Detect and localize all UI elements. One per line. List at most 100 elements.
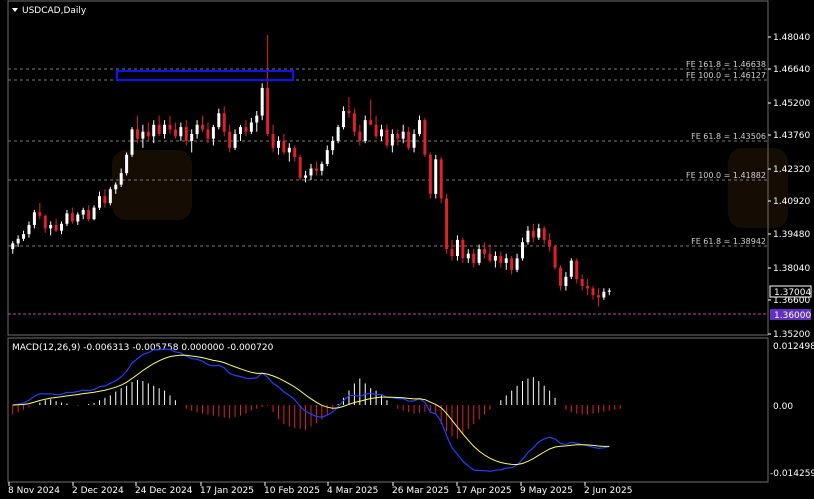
candle-body bbox=[607, 290, 611, 292]
candle-body bbox=[103, 196, 107, 204]
time-axis-label: 17 Apr 2025 bbox=[456, 486, 512, 495]
candle-body bbox=[70, 213, 74, 222]
candle-body bbox=[184, 127, 188, 141]
candle-body bbox=[439, 159, 443, 199]
candle-body bbox=[472, 253, 476, 263]
candle-body bbox=[488, 253, 492, 261]
watermark-logo-1 bbox=[112, 150, 192, 220]
candle-body bbox=[352, 113, 356, 132]
candle-body bbox=[22, 234, 26, 239]
candle-body bbox=[331, 140, 335, 151]
candle-body bbox=[417, 120, 421, 134]
chart-canvas[interactable]: USDCAD,Daily MACD(12,26,9) -0.006313 -0.… bbox=[0, 0, 814, 496]
time-axis-label: 2 Jun 2025 bbox=[584, 486, 632, 495]
chart-title-group[interactable]: USDCAD,Daily bbox=[12, 6, 87, 16]
candle-body bbox=[249, 122, 253, 132]
candle-body bbox=[60, 223, 64, 231]
candle-body bbox=[477, 249, 481, 263]
macd-layer bbox=[12, 348, 621, 472]
candle-body bbox=[97, 196, 101, 208]
candle-body bbox=[65, 213, 69, 224]
watermark-logo-2 bbox=[728, 148, 788, 228]
candle-body bbox=[591, 288, 595, 296]
candle-body bbox=[466, 253, 470, 259]
candle-body bbox=[596, 295, 600, 298]
candle-body bbox=[54, 224, 58, 231]
candle-body bbox=[423, 120, 427, 155]
candle-body bbox=[228, 131, 232, 148]
candle-body bbox=[401, 131, 405, 139]
candle-body bbox=[450, 249, 454, 257]
candle-body bbox=[255, 115, 259, 123]
candle-body bbox=[445, 198, 449, 250]
macd-axis-top: 0.012498 bbox=[773, 342, 814, 352]
candle-body bbox=[515, 258, 519, 270]
candle-body bbox=[87, 209, 91, 220]
candle-body bbox=[385, 129, 389, 146]
time-axis-label: 4 Mar 2025 bbox=[327, 486, 378, 495]
candle-body bbox=[483, 249, 487, 254]
candle-body bbox=[342, 110, 346, 128]
candle-body bbox=[179, 127, 183, 137]
price-axis-label: 1.46640 bbox=[773, 65, 810, 75]
candle-body bbox=[168, 124, 172, 130]
fe-level-label: FE 100.0 = 1.46127 bbox=[686, 71, 766, 80]
candle-body bbox=[390, 134, 394, 146]
candle-body bbox=[434, 159, 438, 194]
candle-body bbox=[11, 243, 15, 250]
time-axis-label: 9 May 2025 bbox=[520, 486, 573, 495]
fe-level-label: FE 61.8 = 1.43506 bbox=[691, 132, 766, 141]
candle-body bbox=[163, 124, 167, 134]
candle-body bbox=[521, 242, 525, 259]
candle-body bbox=[173, 129, 177, 137]
candle-body bbox=[287, 147, 291, 153]
candle-body bbox=[314, 168, 318, 171]
candle-body bbox=[92, 207, 96, 220]
fe-level-label: FE 61.8 = 1.38942 bbox=[691, 237, 766, 246]
candle-body bbox=[428, 154, 432, 194]
candle-body bbox=[363, 120, 367, 141]
candle-body bbox=[195, 124, 199, 134]
zone-rectangle[interactable] bbox=[116, 70, 294, 81]
candle-body bbox=[309, 168, 313, 176]
candle-body bbox=[114, 184, 118, 190]
candle-body bbox=[548, 239, 552, 247]
candle-body bbox=[558, 267, 562, 286]
candle-body bbox=[260, 87, 264, 116]
candle-body bbox=[271, 134, 275, 148]
candle-body bbox=[412, 134, 416, 148]
chart-title: USDCAD,Daily bbox=[22, 6, 87, 16]
candle-body bbox=[108, 189, 112, 204]
candle-body bbox=[304, 175, 308, 178]
candle-body bbox=[146, 131, 150, 137]
candle-body bbox=[238, 127, 242, 134]
price-axis-label: 1.40920 bbox=[773, 197, 810, 207]
time-axis-label: 24 Dec 2024 bbox=[135, 486, 193, 495]
candle-body bbox=[580, 279, 584, 286]
candle-body bbox=[43, 215, 47, 229]
candles-layer bbox=[11, 35, 611, 307]
candle-body bbox=[461, 239, 465, 259]
time-axis-label: 26 Mar 2025 bbox=[392, 486, 449, 495]
price-axis-label: 1.43760 bbox=[773, 131, 810, 141]
chart-window[interactable]: USDCAD,Daily MACD(12,26,9) -0.006313 -0.… bbox=[0, 0, 814, 496]
candle-body bbox=[49, 224, 53, 229]
candle-body bbox=[222, 113, 226, 132]
price-axis-label: 1.35200 bbox=[773, 330, 810, 340]
candle-body bbox=[141, 131, 145, 139]
macd-panel-frame bbox=[7, 337, 769, 483]
triangle-down-icon[interactable] bbox=[12, 8, 18, 12]
candle-body bbox=[336, 127, 340, 141]
candle-body bbox=[201, 124, 205, 130]
time-axis-label: 10 Feb 2025 bbox=[264, 486, 320, 495]
candle-body bbox=[407, 131, 411, 148]
price-axis-label: 1.42320 bbox=[773, 165, 810, 175]
time-axis: 8 Nov 2024 2 Dec 2024 24 Dec 2024 17 Jan 20… bbox=[8, 482, 632, 496]
candle-body bbox=[157, 124, 161, 134]
candle-body bbox=[233, 134, 237, 148]
candle-body bbox=[347, 110, 351, 114]
candle-body bbox=[293, 147, 297, 158]
candle-body bbox=[282, 140, 286, 153]
candle-body bbox=[217, 113, 221, 128]
candle-body bbox=[396, 134, 400, 139]
